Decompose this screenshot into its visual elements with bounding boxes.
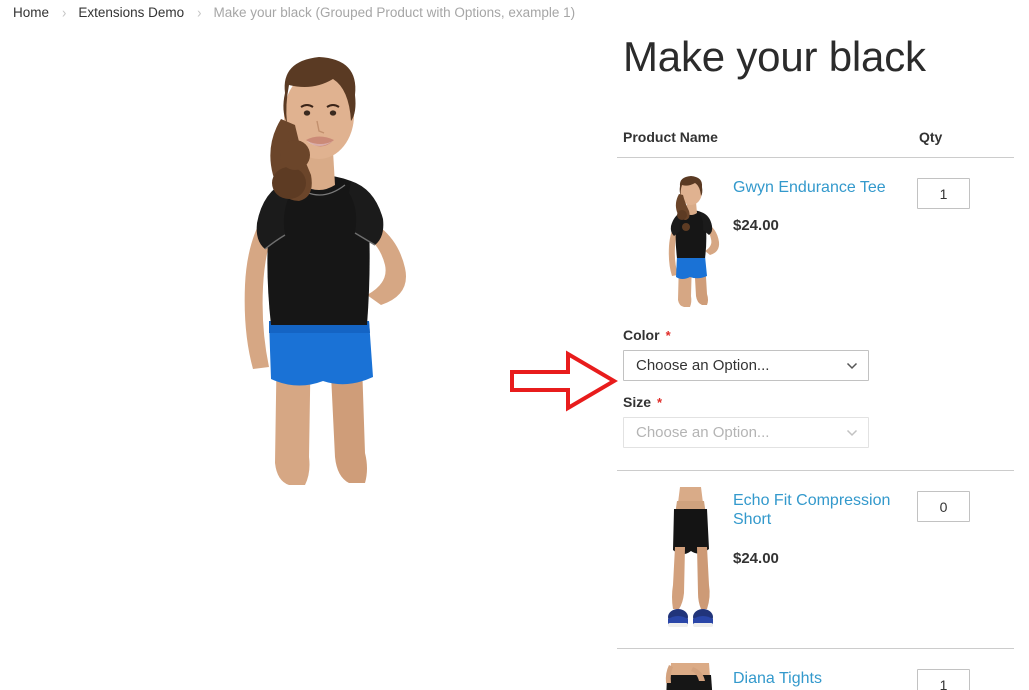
chevron-right-icon: › — [62, 3, 67, 22]
qty-cell — [894, 172, 1014, 210]
option-label-size: Size * — [623, 394, 1014, 410]
chevron-right-icon: › — [197, 3, 202, 22]
breadcrumb: Home › Extensions Demo › Make your black… — [0, 0, 1029, 25]
table-body: Gwyn Endurance Tee $24.00 Color * — [617, 157, 1014, 690]
page-title: Make your black — [623, 33, 926, 80]
required-asterisk: * — [657, 395, 663, 411]
size-select-wrapper[interactable]: Choose an Option... — [623, 417, 869, 449]
product-info-panel: Make your black Product Name Qty Gwyn En… — [617, 25, 1014, 690]
table-row: Gwyn Endurance Tee $24.00 Color * — [617, 157, 1014, 472]
column-header-qty-label: Qty — [919, 129, 943, 146]
table-row: Echo Fit Compression Short $24.00 — [617, 470, 1014, 650]
column-header-qty: Qty — [894, 129, 1014, 159]
table-row-diana-tights: Diana Tights — [617, 649, 1014, 690]
breadcrumb-item-current: Make your black (Grouped Product with Op… — [213, 5, 576, 20]
qty-input-diana-tights[interactable] — [917, 669, 970, 690]
option-label-size-text: Size — [623, 394, 652, 411]
qty-input-gwyn-endurance-tee[interactable] — [917, 178, 970, 210]
table-row-gwyn-endurance-tee: Gwyn Endurance Tee $24.00 Color * — [617, 157, 1014, 472]
product-name-cell: Diana Tights — [733, 663, 894, 688]
grouped-product-table: Product Name Qty Gwyn Endurance Tee $24.… — [617, 129, 1014, 690]
product-name-cell: Gwyn Endurance Tee $24.00 — [733, 172, 894, 234]
product-options-gwyn-endurance-tee: Color * Choose an Option... Size * Choos… — [617, 325, 1014, 470]
breadcrumb-item-extensions-demo[interactable]: Extensions Demo — [78, 5, 184, 20]
product-page: Home › Extensions Demo › Make your black… — [0, 0, 1029, 690]
product-photo-illustration — [169, 33, 469, 503]
breadcrumb-item-home[interactable]: Home — [13, 5, 49, 20]
thumbnail-cell — [617, 485, 733, 636]
qty-input-echo-fit-compression-short[interactable] — [917, 491, 970, 523]
qty-cell — [894, 485, 1014, 523]
option-field-color: Color * Choose an Option... — [623, 327, 1014, 382]
row-content: Gwyn Endurance Tee $24.00 — [617, 158, 1014, 325]
thumbnail-cell — [617, 663, 733, 690]
color-select-wrapper[interactable]: Choose an Option... — [623, 350, 869, 382]
table-row-echo-fit-compression-short: Echo Fit Compression Short $24.00 — [617, 470, 1014, 650]
color-select[interactable]: Choose an Option... — [623, 350, 869, 382]
product-price: $24.00 — [733, 549, 779, 567]
table-row: Diana Tights — [617, 649, 1014, 690]
thumbnail-cell — [617, 172, 733, 313]
product-price: $24.00 — [733, 217, 779, 235]
product-thumbnail-icon[interactable] — [653, 172, 728, 313]
required-asterisk: * — [665, 328, 671, 344]
product-thumbnail-icon[interactable] — [653, 485, 728, 636]
product-gallery — [14, 28, 610, 548]
option-label-color-text: Color — [623, 327, 660, 344]
product-link-gwyn-endurance-tee[interactable]: Gwyn Endurance Tee — [733, 178, 894, 197]
product-main-image[interactable] — [169, 33, 469, 503]
table-header-row: Product Name Qty — [617, 129, 1014, 159]
row-content: Echo Fit Compression Short $24.00 — [617, 471, 1014, 648]
option-label-color: Color * — [623, 327, 1014, 343]
row-content: Diana Tights — [617, 649, 1014, 690]
option-field-size: Size * Choose an Option... — [623, 394, 1014, 449]
qty-cell — [894, 663, 1014, 690]
column-header-product-name: Product Name — [617, 129, 894, 159]
product-link-echo-fit-compression-short[interactable]: Echo Fit Compression Short — [733, 491, 894, 529]
product-name-cell: Echo Fit Compression Short $24.00 — [733, 485, 894, 566]
product-thumbnail-icon[interactable] — [653, 663, 728, 690]
table-head: Product Name Qty — [617, 129, 1014, 159]
product-link-diana-tights[interactable]: Diana Tights — [733, 669, 894, 688]
size-select[interactable]: Choose an Option... — [623, 417, 869, 449]
